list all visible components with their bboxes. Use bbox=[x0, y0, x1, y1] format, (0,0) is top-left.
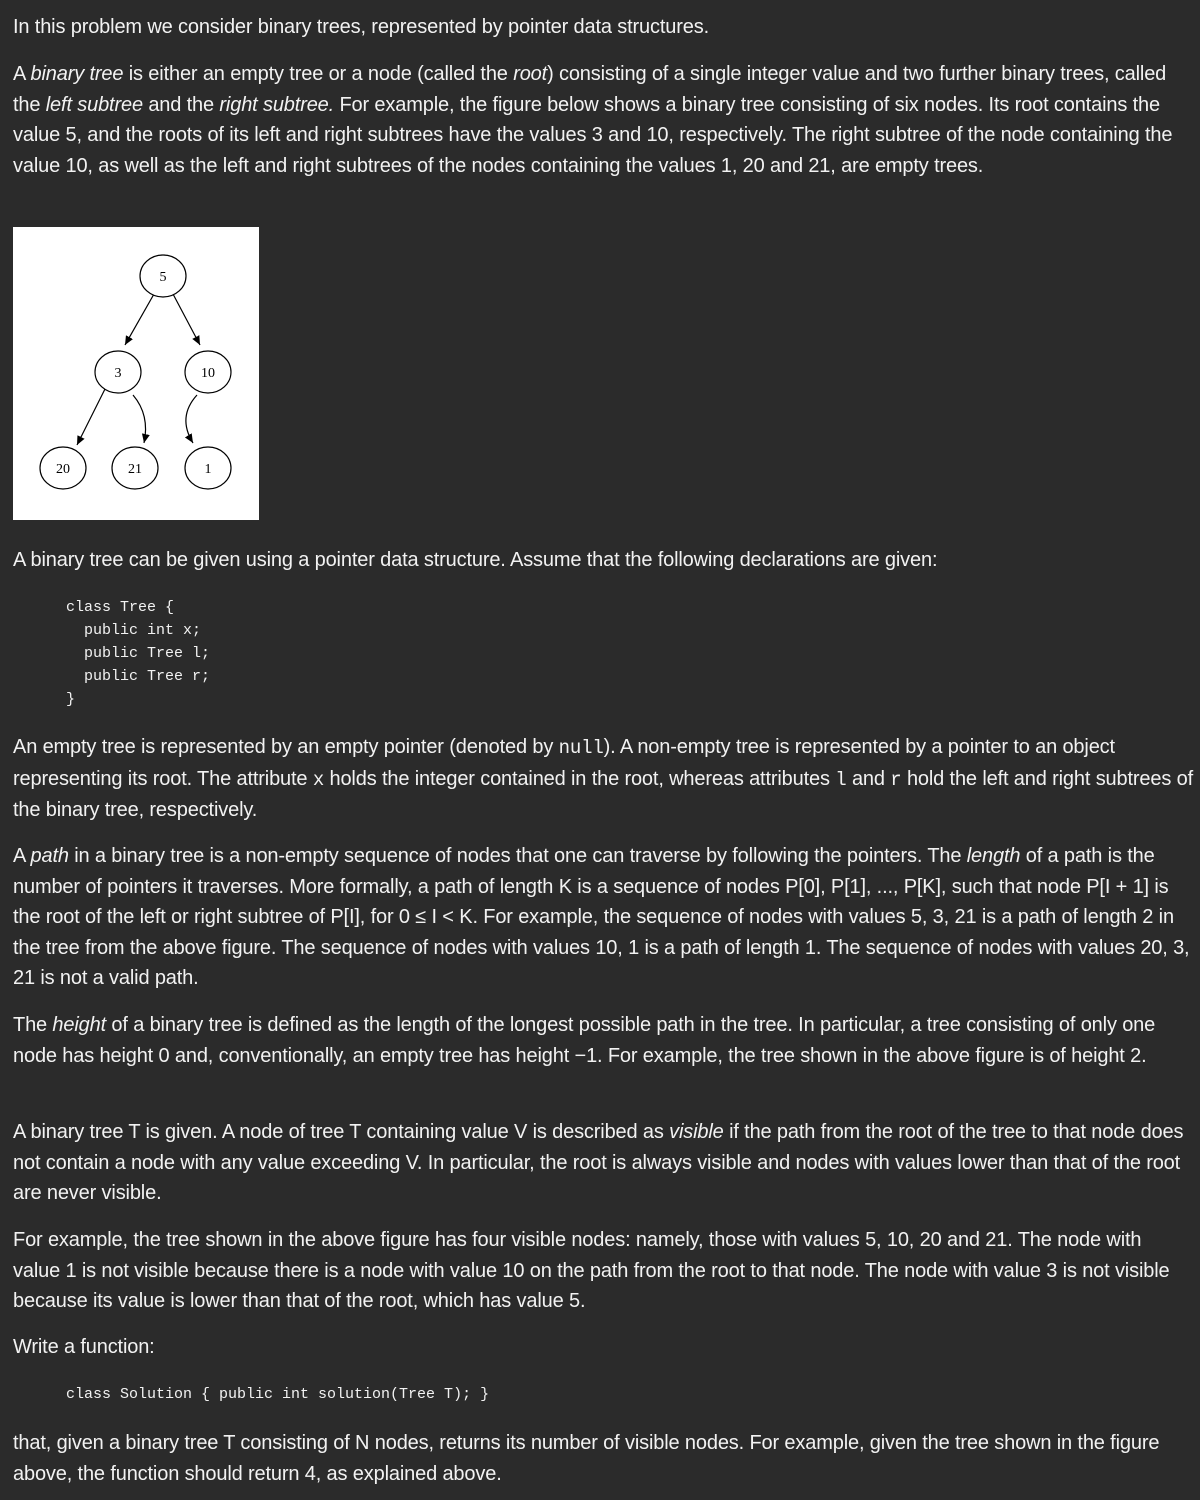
code-r: r bbox=[890, 768, 902, 791]
example-paragraph: For example, the tree shown in the above… bbox=[13, 1229, 1170, 1312]
tree-diagram: 5 3 10 20 21 1 bbox=[39, 254, 232, 490]
term-length: length bbox=[966, 845, 1021, 867]
edge-10-1 bbox=[184, 394, 198, 444]
tree-node-5: 5 bbox=[139, 254, 187, 298]
term-binary-tree: binary tree bbox=[30, 63, 124, 85]
height-definition-paragraph: The height of a binary tree is defined a… bbox=[13, 1010, 1193, 1071]
text-fragment: in a binary tree is a non-empty sequence… bbox=[68, 845, 967, 867]
code-null: null bbox=[558, 737, 604, 759]
text-fragment: and bbox=[846, 767, 891, 790]
binary-tree-figure: 5 3 10 20 21 1 bbox=[13, 227, 259, 520]
solution-signature: class Solution { public int solution(Tre… bbox=[66, 1386, 490, 1403]
term-root: root bbox=[513, 63, 548, 85]
tree-class-declaration: class Tree { public int x; public Tree l… bbox=[66, 599, 211, 708]
node-label: 20 bbox=[56, 462, 70, 477]
node-label: 1 bbox=[205, 462, 212, 477]
text-fragment: A binary tree T is given. A node of tree… bbox=[13, 1121, 670, 1143]
tree-node-20: 20 bbox=[39, 446, 87, 490]
edge-5-3 bbox=[124, 293, 155, 346]
edge-5-10 bbox=[172, 293, 201, 346]
term-height: height bbox=[52, 1014, 107, 1036]
text-fragment: A bbox=[13, 845, 31, 867]
visible-definition-paragraph: A binary tree T is given. A node of tree… bbox=[13, 1117, 1193, 1209]
node-label: 5 bbox=[160, 270, 167, 285]
text-fragment: An empty tree is represented by an empty… bbox=[13, 736, 559, 758]
tree-node-3: 3 bbox=[94, 350, 142, 394]
edge-3-20 bbox=[76, 388, 106, 446]
final-paragraph: that, given a binary tree T consisting o… bbox=[13, 1432, 1160, 1485]
node-label: 10 bbox=[201, 366, 215, 381]
text-fragment: The bbox=[13, 1014, 53, 1036]
intro-paragraph: In this problem we consider binary trees… bbox=[13, 16, 709, 38]
text-fragment: holds the integer contained in the root,… bbox=[324, 767, 836, 790]
text-fragment: of a binary tree is defined as the lengt… bbox=[13, 1014, 1156, 1067]
text-fragment: and the bbox=[142, 93, 220, 116]
text-fragment: A bbox=[13, 63, 31, 85]
term-right-subtree: right subtree. bbox=[219, 93, 335, 116]
pointer-intro-paragraph: A binary tree can be given using a point… bbox=[13, 549, 938, 571]
edge-3-21 bbox=[132, 394, 150, 444]
node-label: 21 bbox=[128, 462, 142, 477]
write-function-label: Write a function: bbox=[13, 1336, 155, 1358]
path-definition-paragraph: A path in a binary tree is a non-empty s… bbox=[13, 841, 1193, 994]
term-path: path bbox=[30, 845, 69, 867]
binary-tree-definition: A binary tree is either an empty tree or… bbox=[13, 59, 1193, 181]
empty-tree-paragraph: An empty tree is represented by an empty… bbox=[13, 732, 1193, 826]
tree-node-21: 21 bbox=[111, 446, 159, 490]
text-fragment: is either an empty tree or a node (calle… bbox=[123, 63, 514, 85]
node-label: 3 bbox=[115, 366, 122, 381]
term-visible: visible bbox=[669, 1121, 724, 1143]
tree-node-1: 1 bbox=[184, 446, 232, 490]
tree-node-10: 10 bbox=[184, 350, 232, 394]
term-left-subtree: left subtree bbox=[45, 93, 143, 116]
code-l: l bbox=[835, 768, 847, 791]
code-x: x bbox=[312, 768, 325, 791]
